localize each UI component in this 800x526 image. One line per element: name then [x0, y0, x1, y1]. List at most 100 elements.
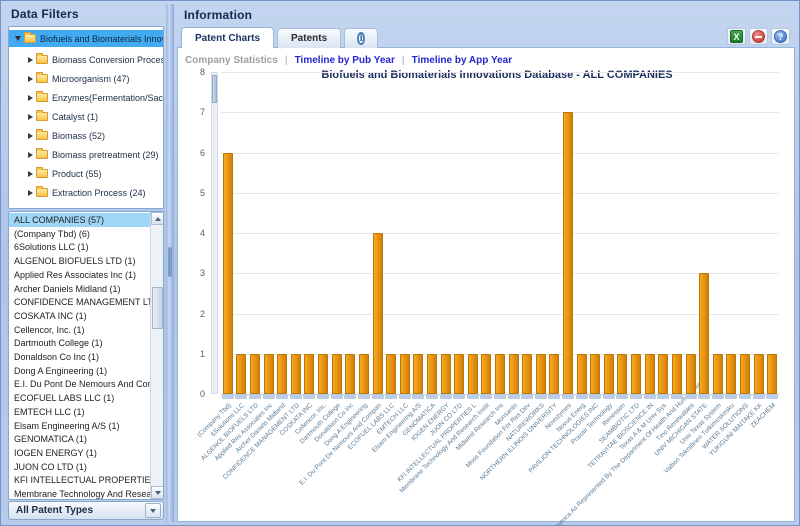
list-item[interactable]: ECOFUEL LABS LLC (1) [9, 391, 151, 405]
expand-arrow-icon[interactable] [28, 76, 33, 82]
bar[interactable] [713, 354, 723, 394]
bar[interactable] [318, 354, 328, 394]
list-item[interactable]: (Company Tbd) (6) [9, 227, 151, 241]
tab-patents[interactable]: Patents [277, 28, 341, 48]
bar[interactable] [264, 354, 274, 394]
bar[interactable] [304, 354, 314, 394]
tree-item[interactable]: Biomass pretreatment (29) [9, 146, 163, 163]
bar[interactable] [577, 354, 587, 394]
link-timeline-by-app-year[interactable]: Timeline by App Year [412, 55, 512, 66]
bar[interactable] [359, 354, 369, 394]
bar[interactable] [617, 354, 627, 394]
bar[interactable] [441, 354, 451, 394]
list-item[interactable]: 6Solutions LLC (1) [9, 240, 151, 254]
bar[interactable] [590, 354, 600, 394]
list-item[interactable]: KFI INTELLECTUAL PROPERTIES L (1) [9, 473, 151, 487]
bar[interactable] [740, 354, 750, 394]
export-excel-button[interactable]: X [727, 28, 746, 45]
link-timeline-by-pub-year[interactable]: Timeline by Pub Year [295, 55, 395, 66]
bar[interactable] [767, 354, 777, 394]
list-item[interactable]: COSKATA INC (1) [9, 309, 151, 323]
bar[interactable] [658, 354, 668, 394]
bar[interactable] [427, 354, 437, 394]
list-item[interactable]: Dartmouth College (1) [9, 336, 151, 350]
bar[interactable] [468, 354, 478, 394]
bar[interactable] [223, 153, 233, 395]
list-item[interactable]: Archer Daniels Midland (1) [9, 282, 151, 296]
dropdown-button[interactable] [145, 503, 161, 518]
bar[interactable] [373, 233, 383, 394]
expand-arrow-icon[interactable] [28, 57, 33, 63]
scrollbar-thumb[interactable] [152, 287, 163, 329]
expand-arrow-icon[interactable] [28, 95, 33, 101]
tree-item[interactable]: Enzymes(Fermentation/Saccharifi [9, 89, 163, 106]
list-item[interactable]: JUON CO LTD (1) [9, 460, 151, 474]
expand-arrow-icon[interactable] [28, 114, 33, 120]
bar[interactable] [549, 354, 559, 394]
tree-item[interactable]: Microorganism (47) [9, 70, 163, 87]
bar[interactable] [509, 354, 519, 394]
tree-item[interactable]: Biomass Conversion Process (56) [9, 51, 163, 68]
expand-arrow-icon[interactable] [28, 133, 33, 139]
bar[interactable] [400, 354, 410, 394]
list-item[interactable]: Donaldson Co Inc (1) [9, 350, 151, 364]
bar[interactable] [332, 354, 342, 394]
list-item[interactable]: GENOMATICA (1) [9, 432, 151, 446]
help-button[interactable]: ? [771, 28, 790, 45]
bar[interactable] [754, 354, 764, 394]
chart-vertical-slider[interactable] [211, 72, 218, 394]
bar[interactable] [345, 354, 355, 394]
bar[interactable] [386, 354, 396, 394]
bar[interactable] [413, 354, 423, 394]
list-item[interactable]: IOGEN ENERGY (1) [9, 446, 151, 460]
collapse-arrow-icon[interactable] [15, 36, 21, 41]
vertical-slider-thumb[interactable] [212, 75, 217, 103]
list-item[interactable]: Membrane Technology And Research [9, 487, 151, 500]
y-axis-tick-label: 4 [177, 228, 205, 238]
tree-item[interactable]: Catalyst (1) [9, 108, 163, 125]
list-item[interactable]: E.I. Du Pont De Nemours And Compar [9, 377, 151, 391]
list-item[interactable]: ALL COMPANIES (57) [9, 213, 151, 227]
expand-arrow-icon[interactable] [28, 152, 33, 158]
bar-pedestal [303, 394, 315, 399]
bar[interactable] [536, 354, 546, 394]
bar[interactable] [277, 354, 287, 394]
bar[interactable] [672, 354, 682, 394]
tree-item[interactable]: Product (55) [9, 165, 163, 182]
bar[interactable] [495, 354, 505, 394]
expand-arrow-icon[interactable] [28, 190, 33, 196]
bar[interactable] [481, 354, 491, 394]
list-item[interactable]: Dong A Engineering (1) [9, 364, 151, 378]
bar[interactable] [631, 354, 641, 394]
tree-item-root[interactable]: Biofuels and Biomaterials Innovation [9, 30, 163, 47]
list-item[interactable]: ALGENOL BIOFUELS LTD (1) [9, 254, 151, 268]
bar[interactable] [454, 354, 464, 394]
tree-item[interactable]: Biomass (52) [9, 127, 163, 144]
splitter-grip[interactable] [168, 247, 172, 277]
bar[interactable] [726, 354, 736, 394]
list-item[interactable]: EMTECH LLC (1) [9, 405, 151, 419]
bar-pedestal [467, 394, 479, 399]
bar[interactable] [645, 354, 655, 394]
bar[interactable] [236, 354, 246, 394]
remove-button[interactable] [749, 28, 768, 45]
company-list-scrollbar[interactable] [150, 212, 163, 499]
tab-patent-charts[interactable]: Patent Charts [181, 27, 274, 48]
list-item[interactable]: Elsam Engineering A/S (1) [9, 419, 151, 433]
tree-item[interactable]: Extraction Process (24) [9, 184, 163, 201]
list-item[interactable]: Cellencor, Inc. (1) [9, 323, 151, 337]
bar[interactable] [250, 354, 260, 394]
patent-type-dropdown[interactable]: All Patent Types [8, 501, 164, 520]
list-item[interactable]: Applied Res Associates Inc (1) [9, 268, 151, 282]
tab-info[interactable]: i [344, 28, 378, 48]
scroll-up-button[interactable] [151, 212, 164, 225]
bar[interactable] [291, 354, 301, 394]
bar[interactable] [522, 354, 532, 394]
bar[interactable] [604, 354, 614, 394]
expand-arrow-icon[interactable] [28, 171, 33, 177]
panel-splitter[interactable] [166, 4, 174, 522]
list-item[interactable]: CONFIDENCE MANAGEMENT LTD (1) [9, 295, 151, 309]
bar[interactable] [686, 354, 696, 394]
bar[interactable] [699, 273, 709, 394]
bar[interactable] [563, 112, 573, 394]
